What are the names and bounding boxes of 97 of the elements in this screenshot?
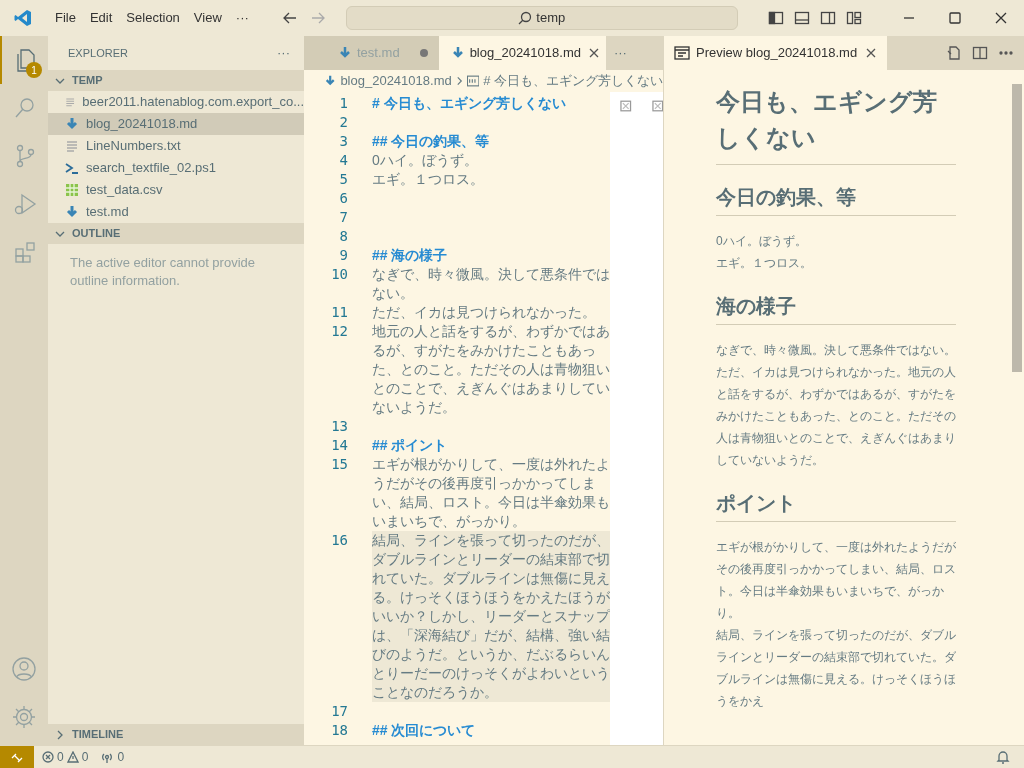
secondary-sidebar-icon[interactable] — [820, 10, 836, 26]
split-editor-icon[interactable] — [972, 45, 988, 61]
scrollbar-thumb[interactable] — [1012, 84, 1022, 372]
section-header[interactable]: TIMELINE — [48, 724, 304, 745]
broken-image-icon — [651, 100, 663, 112]
sidebar-toggle-icon[interactable] — [768, 10, 784, 26]
markdown-file-icon — [324, 74, 337, 88]
menu-item[interactable]: View — [186, 6, 229, 30]
line-number: 15 — [330, 455, 348, 474]
text-file-icon — [64, 138, 80, 154]
heading-symbol-icon — [466, 75, 480, 87]
code-line: 地元の人と話をするが、わずかではあるが、すがたをみかけたこともあった、とのこと。ただその人は青物狙いとのことで、えぎんぐはあまりしていないようだ。 — [372, 322, 610, 417]
explorer-entry[interactable]: beer2011.hatenablog.com.export_co... — [48, 91, 304, 113]
line-number: 1 — [338, 94, 348, 113]
preview-paragraph: エギが根がかりして、一度は外れたようだがその後再度引っかかってしまい、結局、ロスト。今日は半傘効果もいまいちで、がっかり。 — [716, 539, 956, 622]
line-number: 10 — [330, 265, 348, 284]
breadcrumb-item[interactable]: blog_20241018.md — [340, 71, 452, 91]
explorer-entry[interactable]: test_data.csv — [48, 179, 304, 201]
line-number: 4 — [338, 151, 348, 170]
markdown-file-icon — [338, 46, 352, 60]
breadcrumb-item[interactable]: # 今日も、エギング芳しくない — [483, 71, 663, 91]
run-debug-icon — [12, 191, 38, 217]
line-number: 12 — [330, 322, 348, 341]
line-number: 11 — [330, 303, 348, 322]
account-icon — [11, 656, 37, 682]
code-heading: ## ポイント — [372, 436, 449, 455]
notification-badge: 1 — [26, 62, 42, 78]
sidebar-title: EXPLORER — [68, 45, 128, 61]
explorer-entry[interactable]: test.md — [48, 201, 304, 223]
preview-paragraph: 結局、ラインを張って切ったのだが、ダブルラインとリーダーの結束部で切れていた。ダブルラインは無傷に見える。けっそくほうほうをかえ — [716, 627, 956, 710]
outline-message: The active editor cannot provide outline information. — [69, 254, 256, 290]
warning-icon — [66, 751, 79, 763]
more-tabs-button[interactable]: ··· — [605, 36, 635, 70]
problems-indicator[interactable]: 0 0 — [42, 748, 89, 766]
line-number: 8 — [338, 227, 348, 246]
powershell-file-icon — [64, 160, 80, 176]
extensions-icon — [12, 239, 38, 265]
explorer-entry[interactable]: LineNumbers.txt — [48, 135, 304, 157]
code-heading: ## 海の様子 — [372, 246, 449, 265]
search-icon — [518, 11, 533, 25]
chevron-right-icon — [455, 75, 463, 87]
more-actions-button[interactable]: ··· — [277, 43, 290, 63]
explorer-entry[interactable]: search_textfile_02.ps1 — [48, 157, 304, 179]
settings-icon — [11, 704, 37, 730]
menu-item[interactable]: Selection — [119, 6, 187, 30]
menu-item[interactable]: File — [48, 6, 83, 30]
markdown-file-icon — [64, 116, 80, 132]
code-heading: ## 今日の釣果、等 — [372, 132, 491, 151]
line-number: 14 — [330, 436, 348, 455]
preview-paragraph: エギ。１つロス。 — [716, 255, 813, 272]
code-line: エギ。１つロス。 — [372, 170, 485, 189]
preview-tab[interactable]: Preview blog_20241018.md — [664, 36, 888, 70]
preview-heading: ポイント — [716, 489, 956, 522]
preview-paragraph: 0ハイ。ぼうず。 — [716, 233, 808, 250]
section-header[interactable]: OUTLINE — [48, 223, 304, 244]
antenna-icon — [100, 751, 115, 763]
section-header[interactable]: TEMP — [48, 70, 304, 91]
vscode-logo-icon — [14, 9, 32, 27]
back-arrow-icon[interactable] — [281, 10, 298, 26]
code-heading: # 今日も、エギング芳しくない — [372, 94, 567, 113]
layout-icon[interactable] — [846, 10, 862, 26]
bell-icon[interactable] — [996, 750, 1010, 764]
markdown-file-icon — [64, 204, 80, 220]
preview-paragraph: ただ、イカは見つけられなかった。地元の人と話をするが、わずかではあるが、すがたをみかけたこともあった、とのこと。ただその人は青物狙いとのことで、えぎんぐはあまりしていないようだ。 — [716, 364, 956, 469]
error-icon — [42, 751, 54, 763]
line-number: 5 — [338, 170, 348, 189]
line-number: 13 — [330, 417, 348, 436]
line-number: 18 — [330, 721, 348, 740]
code-line: ただ、イカは見つけられなかった。 — [372, 303, 597, 322]
line-number: 3 — [338, 132, 348, 151]
preview-heading: 今日も、エギング芳しくない — [716, 84, 956, 165]
preview-paragraph: なぎで、時々微風。決して悪条件ではない。 — [716, 342, 956, 359]
line-number: 6 — [338, 189, 348, 208]
panel-toggle-icon[interactable] — [794, 10, 810, 26]
menu-item[interactable]: ··· — [228, 6, 256, 30]
open-source-icon[interactable] — [946, 45, 962, 61]
code-heading: ## 次回について — [372, 721, 477, 740]
line-number: 17 — [330, 702, 348, 721]
line-number: 2 — [338, 113, 348, 132]
line-number: 7 — [338, 208, 348, 227]
broken-image-icon — [620, 100, 632, 112]
code-line: 結局、ラインを張って切ったのだが、ダブルラインとリーダーの結束部で切れていた。ダブルラインは無傷に見える。けっそくほうほうをかえたほうがいいか？しかし、リーダーとスナップは、「深海結び」だが、結構、強い結びのようだ。というか、だぶるらいんとりーだーのけっそくがよわいということなのだろうか。 — [372, 531, 610, 702]
editor-tab[interactable]: blog_20241018.md — [438, 36, 606, 70]
line-number: 9 — [338, 246, 348, 265]
spreadsheet-file-icon — [64, 182, 80, 198]
code-line: なぎで、時々微風。決して悪条件ではない。 — [372, 265, 610, 303]
command-center-search[interactable]: temp — [345, 6, 738, 30]
ports-indicator[interactable]: 0 — [100, 748, 125, 766]
preview-heading: 今日の釣果、等 — [716, 183, 956, 216]
code-line: エギが根がかりして、一度は外れたようだがその後再度引っかかってしまい、結局、ロスト。今日は半傘効果もいまいちで、がっかり。 — [372, 455, 610, 531]
preview-icon — [674, 46, 690, 60]
line-number: 16 — [330, 531, 348, 550]
preview-heading: 海の様子 — [716, 292, 956, 325]
explorer-entry[interactable]: blog_20241018.md — [48, 113, 304, 135]
markdown-file-icon — [450, 46, 465, 60]
code-line: 0ハイ。ぼうず。 — [372, 151, 479, 170]
menu-item[interactable]: Edit — [82, 6, 120, 30]
